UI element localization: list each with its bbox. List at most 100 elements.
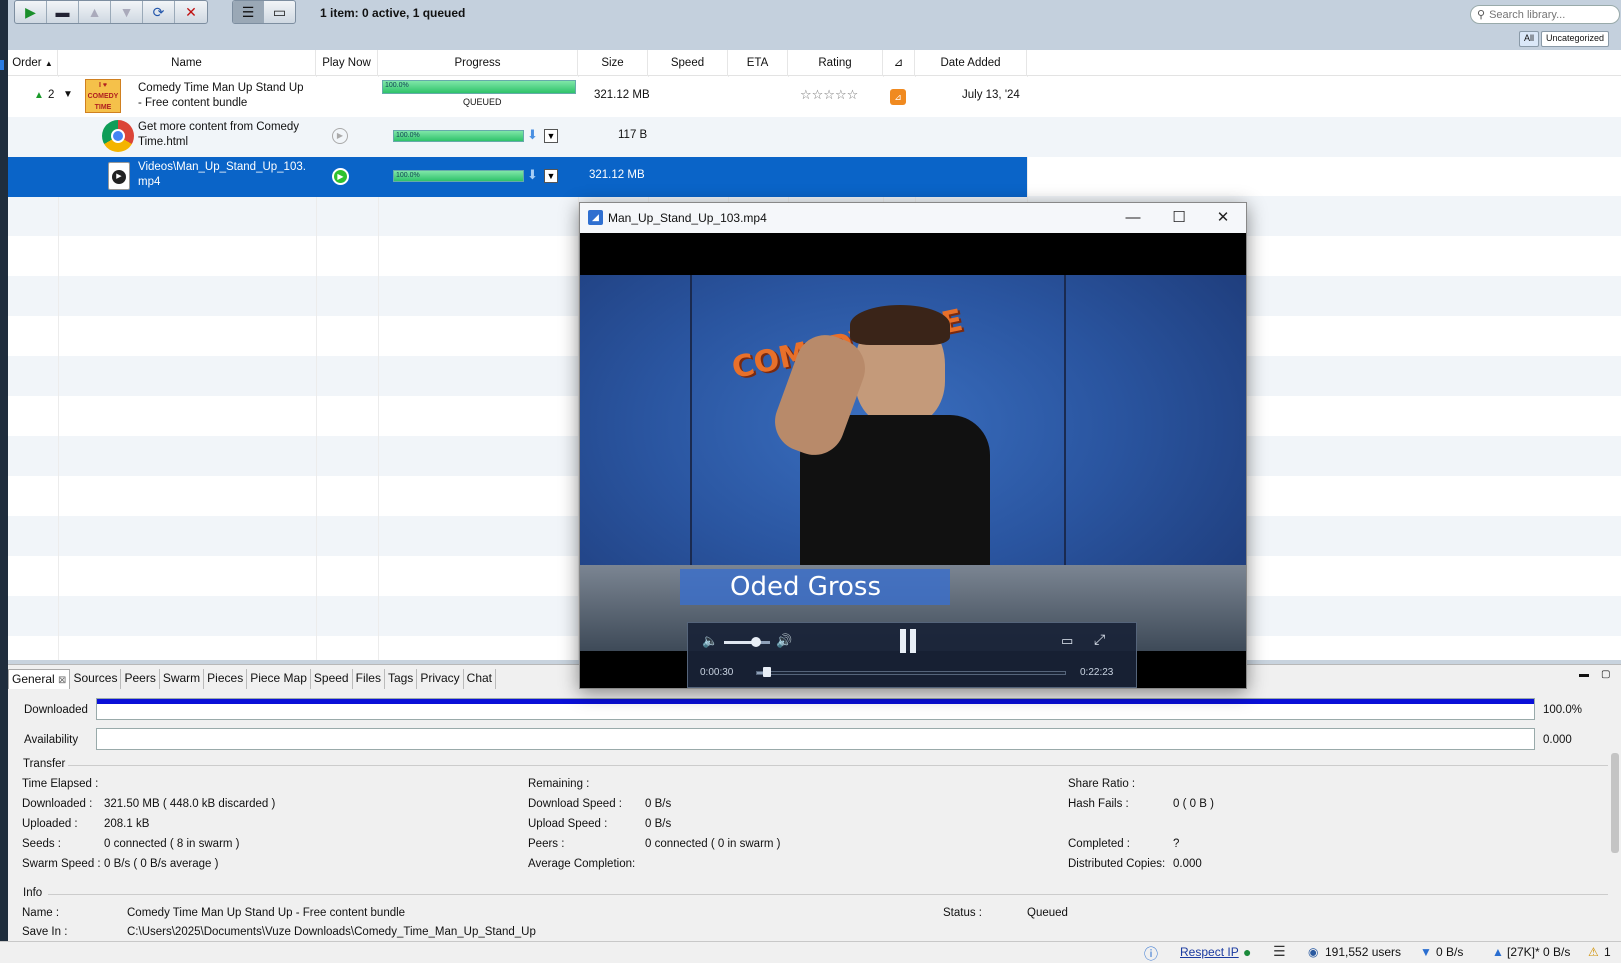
column-name[interactable]: Name — [58, 50, 316, 76]
size-value: 117 B — [618, 129, 648, 141]
close-button[interactable]: ✕ — [1200, 203, 1246, 233]
remove-button[interactable]: ✕ — [175, 1, 207, 23]
volume-up-icon[interactable]: 🔊 — [776, 633, 792, 649]
tag-uncategorized-button[interactable]: Uncategorized — [1541, 31, 1610, 47]
row-name-line1: Videos\Man_Up_Stand_Up_103. — [138, 161, 306, 173]
play-now-icon[interactable]: ▶ — [332, 128, 348, 144]
vuze-icon: ◢ — [588, 210, 603, 225]
expand-icon[interactable]: ▼ — [63, 89, 73, 100]
sort-up-icon: ▲ — [44, 59, 53, 68]
tab-privacy[interactable]: Privacy — [417, 669, 464, 689]
size-value: 321.12 MB — [594, 89, 650, 101]
progress-label: 100.0% — [396, 132, 420, 139]
info-icon[interactable]: ⓘ — [1144, 944, 1158, 963]
move-down-button[interactable]: ▼ — [111, 1, 143, 23]
column-size[interactable]: Size — [578, 50, 648, 76]
table-row[interactable]: Get more content from Comedy Time.html ▶… — [8, 117, 1621, 157]
peers-value: 0 connected ( 0 in swarm ) — [645, 838, 781, 850]
video-frame[interactable]: COMEDY TIME Oded Gross — [580, 233, 1246, 688]
downloaded-value: 100.0% — [1543, 704, 1583, 716]
seek-knob[interactable] — [762, 667, 771, 677]
cast-icon[interactable]: ▭ — [1061, 633, 1073, 649]
mute-icon[interactable]: 🔈 — [702, 633, 718, 649]
status-download-speed[interactable]: 0 B/s — [1436, 945, 1463, 959]
pause-button[interactable] — [898, 629, 918, 653]
column-date-added[interactable]: Date Added — [915, 50, 1027, 76]
search-icon: ⚲ — [1477, 9, 1486, 21]
maximize-panel-icon[interactable]: ▢ — [1601, 669, 1610, 680]
minimize-panel-icon[interactable]: ▬ — [1579, 669, 1589, 680]
start-button[interactable]: ▶ — [15, 1, 47, 23]
table-row[interactable]: ▲ 2 ▼ I ♥ COMEDY TIME Comedy Time Man Up S… — [8, 77, 1621, 117]
comedian-hair — [850, 305, 950, 345]
tab-piece-map[interactable]: Piece Map — [247, 669, 311, 689]
swarm-speed-value: 0 B/s ( 0 B/s average ) — [104, 858, 219, 870]
upload-speed-icon: ▲ — [1492, 945, 1504, 959]
volume-slider[interactable] — [724, 641, 770, 644]
refresh-button[interactable]: ⟳ — [143, 1, 175, 23]
row-name-line2: - Free content bundle — [138, 97, 248, 109]
info-name-label: Name : — [22, 907, 60, 919]
stop-button[interactable]: ▬ — [47, 1, 79, 23]
search-box[interactable]: ⚲ — [1470, 5, 1620, 24]
play-icon: ▶ — [25, 3, 36, 20]
respect-ip-link[interactable]: Respect IP — [1180, 945, 1239, 959]
tab-peers[interactable]: Peers — [121, 669, 160, 689]
tab-speed[interactable]: Speed — [311, 669, 353, 689]
list-view-button[interactable]: ☰ — [233, 1, 265, 23]
chat-icon[interactable]: ● — [1243, 944, 1251, 960]
rating-stars[interactable]: ☆☆☆☆☆ — [800, 87, 858, 103]
seek-bar[interactable] — [756, 671, 1066, 675]
tab-swarm[interactable]: Swarm — [160, 669, 205, 689]
details-panel: General ⊠ Sources Peers Swarm Pieces Pie… — [8, 664, 1621, 941]
progress-bar: 100.0% — [393, 130, 524, 142]
close-tab-icon[interactable]: ⊠ — [58, 675, 66, 686]
rss-icon[interactable]: ⊿ — [890, 89, 906, 105]
search-input[interactable] — [1489, 8, 1610, 21]
info-heading: Info — [23, 887, 43, 899]
column-progress[interactable]: Progress — [378, 50, 578, 76]
tab-sources[interactable]: Sources — [70, 669, 122, 689]
download-speed-value: 0 B/s — [645, 798, 672, 810]
table-row-selected[interactable]: ▶ Videos\Man_Up_Stand_Up_103. mp4 ▶ 100.… — [8, 157, 1027, 197]
tab-files[interactable]: Files — [353, 669, 385, 689]
dropdown-button[interactable]: ▼ — [544, 169, 558, 183]
network-icon[interactable]: ☰ — [1273, 943, 1286, 960]
column-speed[interactable]: Speed — [648, 50, 728, 76]
volume-knob[interactable] — [751, 637, 762, 647]
stop-icon: ▬ — [55, 4, 70, 20]
warning-icon[interactable]: ⚠ — [1588, 945, 1599, 959]
downloaded-bar — [96, 698, 1535, 720]
tab-tags[interactable]: Tags — [385, 669, 418, 689]
play-now-icon[interactable]: ▶ — [332, 168, 349, 185]
fullscreen-icon[interactable]: ⤢ — [1094, 631, 1105, 648]
download-arrow-icon[interactable]: ⬇ — [527, 127, 538, 143]
detail-view-button[interactable]: ▭ — [264, 1, 295, 23]
dropdown-button[interactable]: ▼ — [544, 129, 558, 143]
column-eta[interactable]: ETA — [728, 50, 788, 76]
minimize-button[interactable]: — — [1110, 203, 1156, 233]
progress-bar: 100.0% — [393, 170, 524, 182]
scrollbar-thumb[interactable] — [1611, 753, 1619, 853]
video-window-titlebar[interactable]: ◢ Man_Up_Stand_Up_103.mp4 — ☐ ✕ — [580, 203, 1246, 233]
tab-general[interactable]: General ⊠ — [8, 669, 71, 689]
column-play-now[interactable]: Play Now — [316, 50, 378, 76]
status-bar: ⓘ Respect IP ● ☰ ◉ 191,552 users ▼ 0 B/s… — [0, 941, 1621, 963]
tab-chat[interactable]: Chat — [464, 669, 497, 689]
download-speed-icon: ▼ — [1420, 945, 1432, 959]
tab-pieces[interactable]: Pieces — [204, 669, 248, 689]
info-status-label: Status : — [943, 907, 982, 919]
chrome-icon — [102, 120, 134, 152]
divider — [68, 765, 1608, 766]
maximize-button[interactable]: ☐ — [1156, 203, 1202, 233]
list-view-icon: ☰ — [241, 3, 255, 20]
tag-all-button[interactable]: All — [1519, 31, 1540, 47]
download-arrow-icon[interactable]: ⬇ — [527, 167, 538, 183]
column-order[interactable]: Order ▲ — [8, 50, 58, 76]
info-name-value: Comedy Time Man Up Stand Up - Free conte… — [127, 907, 406, 919]
upload-speed-value: 0 B/s — [645, 818, 672, 830]
column-rating[interactable]: Rating — [788, 50, 883, 76]
column-rss[interactable]: ⊿ — [883, 50, 915, 76]
move-up-button[interactable]: ▲ — [79, 1, 111, 23]
status-upload-speed[interactable]: [27K]* 0 B/s — [1507, 945, 1570, 959]
